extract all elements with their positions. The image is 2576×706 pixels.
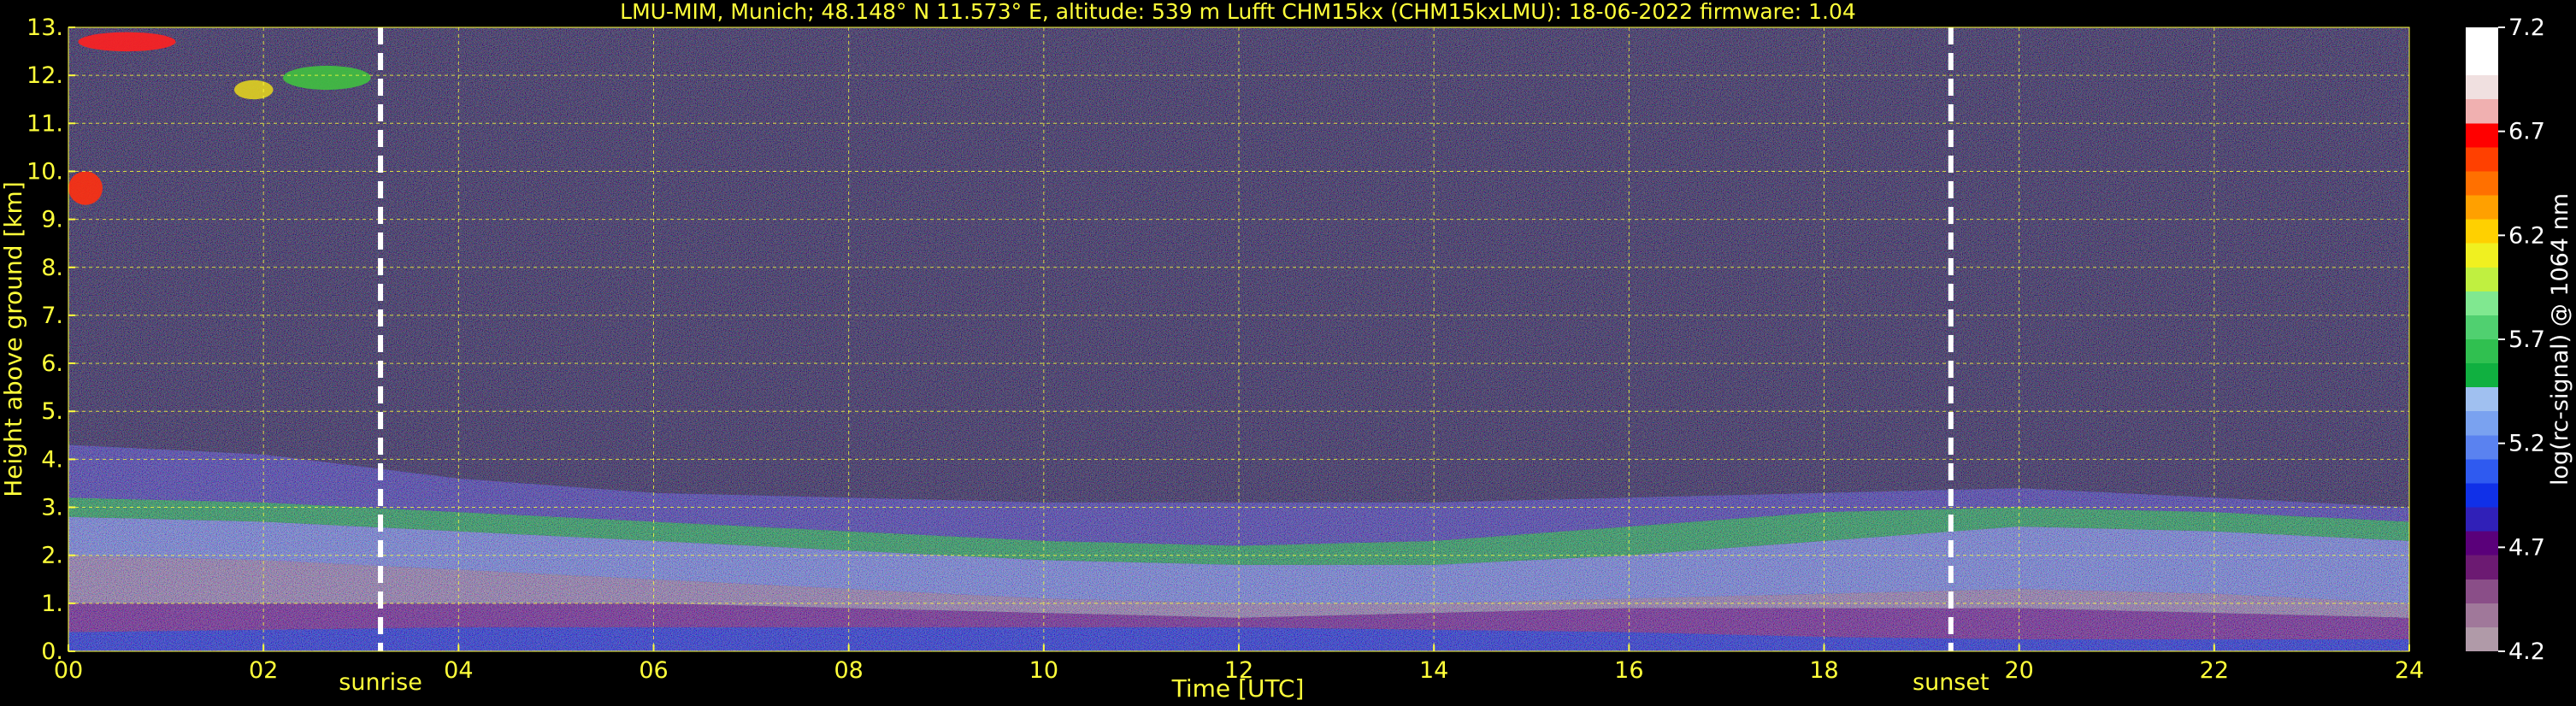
x-tick-label: 10 bbox=[1029, 657, 1058, 684]
x-tick-label: 16 bbox=[1614, 657, 1643, 684]
y-tick-label: 8. bbox=[41, 255, 63, 281]
x-tick-label: 02 bbox=[249, 657, 278, 684]
x-tick-label: 14 bbox=[1419, 657, 1448, 684]
ceilometer-chart: LMU-MIM, Munich; 48.148° N 11.573° E, al… bbox=[0, 0, 2573, 703]
chart-title: LMU-MIM, Munich; 48.148° N 11.573° E, al… bbox=[620, 0, 1856, 24]
colorbar-tick-label: 6.7 bbox=[2508, 119, 2545, 145]
y-axis-label: Height above ground [km] bbox=[0, 181, 27, 497]
x-tick-label: 04 bbox=[444, 657, 473, 684]
cloud-0 bbox=[78, 32, 176, 52]
x-tick-label: 06 bbox=[639, 657, 668, 684]
y-axis-ticks: 0. 1. 2. 3. 4. 5. 6. 7. 8. 9. 10. 11. 12. 13. bbox=[27, 15, 75, 665]
y-tick-label: 13. bbox=[27, 15, 63, 41]
y-tick-label: 0. bbox=[41, 638, 63, 665]
y-tick-label: 6. bbox=[41, 350, 63, 377]
colorbar-tick-label: 6.2 bbox=[2508, 222, 2545, 249]
y-tick-label: 10. bbox=[27, 158, 63, 185]
colorbar-label: log(rc-signal) @ 1064 nm bbox=[2547, 193, 2573, 485]
x-tick-label: 24 bbox=[2395, 657, 2424, 684]
colorbar-tick-label: 5.7 bbox=[2508, 327, 2545, 353]
signal-noise-texture bbox=[68, 27, 2409, 651]
colorbar-tick-label: 4.2 bbox=[2508, 638, 2545, 665]
colorbar bbox=[2466, 27, 2498, 651]
colorbar-ticks: 4.2 4.7 5.2 5.7 6.2 6.7 7.2 bbox=[2498, 15, 2545, 665]
cloud-1 bbox=[233, 79, 274, 100]
x-tick-label: 20 bbox=[2004, 657, 2033, 684]
y-tick-label: 3. bbox=[41, 495, 63, 521]
colorbar-tick-label: 4.7 bbox=[2508, 534, 2545, 561]
y-tick-label: 7. bbox=[41, 303, 63, 329]
sunrise-label: sunrise bbox=[339, 669, 422, 696]
x-tick-label: 08 bbox=[834, 657, 863, 684]
y-tick-label: 9. bbox=[41, 207, 63, 233]
colorbar-tick-label: 5.2 bbox=[2508, 431, 2545, 457]
y-tick-label: 1. bbox=[41, 591, 63, 617]
y-tick-label: 4. bbox=[41, 446, 63, 473]
y-tick-label: 2. bbox=[41, 543, 63, 569]
y-tick-label: 5. bbox=[41, 398, 63, 425]
y-tick-label: 12. bbox=[27, 62, 63, 89]
x-tick-label: 18 bbox=[1809, 657, 1838, 684]
x-tick-label: 22 bbox=[2200, 657, 2229, 684]
cloud-2 bbox=[282, 65, 371, 90]
x-axis-label: Time [UTC] bbox=[1171, 674, 1305, 703]
colorbar-tick-label: 7.2 bbox=[2508, 15, 2545, 41]
cloud-3 bbox=[68, 171, 103, 205]
sunset-label: sunset bbox=[1913, 669, 1989, 696]
y-tick-label: 11. bbox=[27, 110, 63, 137]
